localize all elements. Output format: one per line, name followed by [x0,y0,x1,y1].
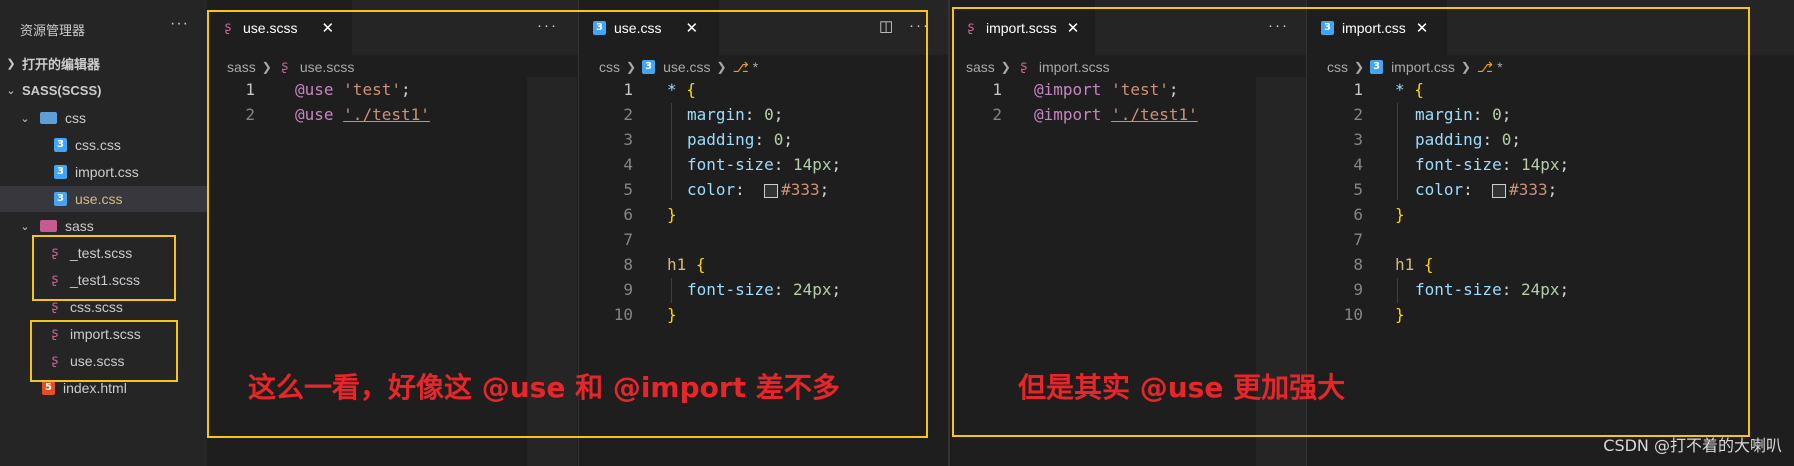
annotation-left: 这么一看，好像这 @use 和 @import 差不多 [248,371,840,404]
sass-folder-icon [40,220,57,232]
chevron-down-icon: ⌄ [20,220,30,233]
explorer-sidebar: 资源管理器 ··· ❯ 打开的编辑器 ⌄ SASS(SCSS) ⌄ css 3 … [0,0,207,466]
tree-file-use-css[interactable]: 3 use.css [0,186,207,212]
chevron-down-icon: ⌄ [6,84,16,97]
explorer-title: 资源管理器 [20,23,86,38]
css-file-icon: 3 [54,138,67,152]
chevron-right-icon: ❯ [6,57,16,70]
tree-folder-css[interactable]: ⌄ css [0,105,207,131]
css-file-icon: 3 [54,192,67,206]
css-file-icon: 3 [54,165,67,179]
css-folder-icon [40,112,57,124]
annotation-right: 但是其实 @use 更加强大 [1018,371,1346,404]
watermark: CSDN @打不着的大喇叭 [1603,436,1782,455]
workspace-section[interactable]: ⌄ SASS(SCSS) [0,77,207,103]
tree-file-import-css[interactable]: 3 import.css [0,159,207,185]
explorer-more-icon[interactable]: ··· [170,15,189,33]
sass-file-icon: ʂ [51,299,59,314]
open-editors-section[interactable]: ❯ 打开的编辑器 [0,50,207,76]
chevron-down-icon: ⌄ [20,112,30,125]
highlight-box-partials [32,235,176,301]
highlight-box-sources [30,320,178,382]
tree-file-css-css[interactable]: 3 css.css [0,132,207,158]
html-file-icon: 5 [42,381,55,395]
